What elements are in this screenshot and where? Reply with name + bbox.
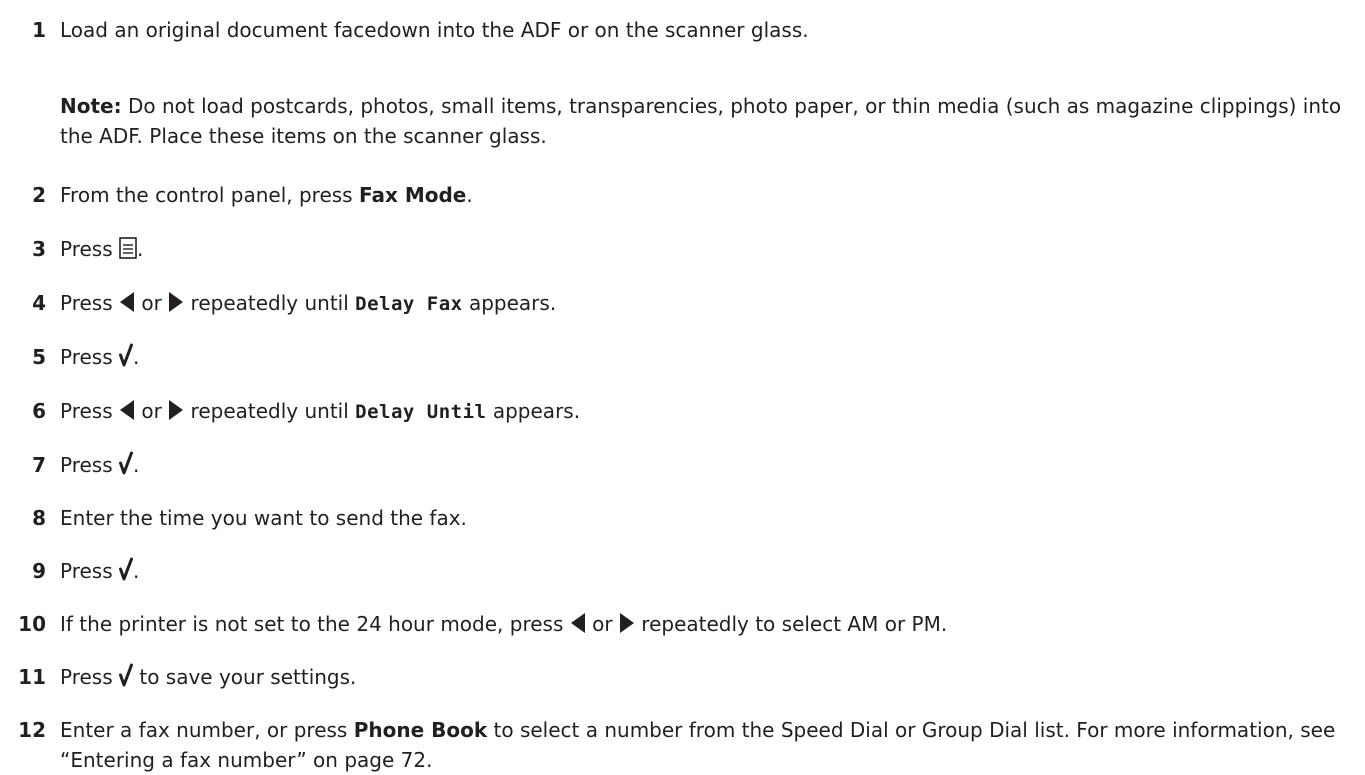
step-text-run: Press (60, 399, 119, 423)
button-name-text: Fax Mode (358, 183, 467, 207)
step-text-run: Press (60, 237, 119, 261)
step-text-run: . (133, 559, 140, 583)
step-text: Press . (60, 556, 139, 586)
note-block: Note: Do not load postcards, photos, sma… (60, 91, 1350, 151)
step-number: 3 (32, 237, 46, 261)
step-text-run: Press (60, 559, 119, 583)
checkmark-icon (119, 557, 133, 581)
step-text-run: . (133, 345, 140, 369)
left-arrow-icon (570, 612, 586, 634)
step-text-run: Enter the time you want to send the fax. (60, 506, 467, 530)
step-text: From the control panel, press Fax Mode. (60, 180, 473, 210)
step-text-run: If the printer is not set to the 24 hour… (60, 612, 570, 636)
checkmark-icon (119, 343, 133, 367)
step-number: 10 (18, 612, 46, 636)
left-arrow-icon (119, 291, 135, 313)
step-number: 5 (32, 345, 46, 369)
step-number: 12 (18, 718, 46, 742)
step-text: Press or repeatedly until Delay Until ap… (60, 396, 580, 427)
step-text-run: to save your settings. (133, 665, 357, 689)
step-text-run: repeatedly until (184, 291, 356, 315)
note-text: Do not load postcards, photos, small ite… (60, 94, 1342, 148)
step-text-run: appears. (462, 291, 557, 315)
step-text-run: Press (60, 665, 119, 689)
step-text-run: or (585, 612, 619, 636)
step-number: 8 (32, 506, 46, 530)
step-text-run: . (133, 453, 140, 477)
checkmark-icon (119, 663, 133, 687)
step-number: 6 (32, 399, 46, 423)
step-text: Enter a fax number, or press Phone Book … (60, 715, 1350, 775)
step-text: If the printer is not set to the 24 hour… (60, 609, 947, 639)
step-text-run: or (135, 291, 169, 315)
step-text: Press . (60, 342, 139, 372)
step-text: Press or repeatedly until Delay Fax appe… (60, 288, 556, 319)
display-text: Delay Until (355, 401, 487, 423)
step-text-run: Enter a fax number, or press (60, 718, 354, 742)
left-arrow-icon (119, 399, 135, 421)
step-text-run: Load an original document facedown into … (60, 18, 809, 42)
step-number: 1 (32, 18, 46, 42)
menu-icon (119, 237, 137, 259)
step-text-run: repeatedly until (184, 399, 356, 423)
step-number: 2 (32, 183, 46, 207)
step-number: 11 (18, 665, 46, 689)
step-text: Enter the time you want to send the fax. (60, 503, 467, 533)
instruction-document: 1 Load an original document facedown int… (0, 0, 1365, 772)
step-text-run: . (137, 237, 144, 261)
step-text-run: repeatedly to select AM or PM. (634, 612, 948, 636)
button-name-text: Phone Book (353, 718, 488, 742)
step-text-run: or (135, 399, 169, 423)
step-number: 9 (32, 559, 46, 583)
step-text-run: From the control panel, press (60, 183, 359, 207)
checkmark-icon (119, 451, 133, 475)
right-arrow-icon (168, 399, 184, 421)
display-text: Delay Fax (355, 293, 463, 315)
step-text-run: Press (60, 345, 119, 369)
right-arrow-icon (619, 612, 635, 634)
step-text: Press to save your settings. (60, 662, 356, 692)
step-text-run: Press (60, 291, 119, 315)
right-arrow-icon (168, 291, 184, 313)
step-text: Press . (60, 450, 139, 480)
step-text-run: appears. (486, 399, 581, 423)
step-number: 7 (32, 453, 46, 477)
step-number: 4 (32, 291, 46, 315)
step-text: Load an original document facedown into … (60, 15, 809, 45)
step-text: Press . (60, 234, 143, 264)
step-text-run: . (466, 183, 473, 207)
note-label: Note: (60, 94, 122, 118)
step-text-run: Press (60, 453, 119, 477)
